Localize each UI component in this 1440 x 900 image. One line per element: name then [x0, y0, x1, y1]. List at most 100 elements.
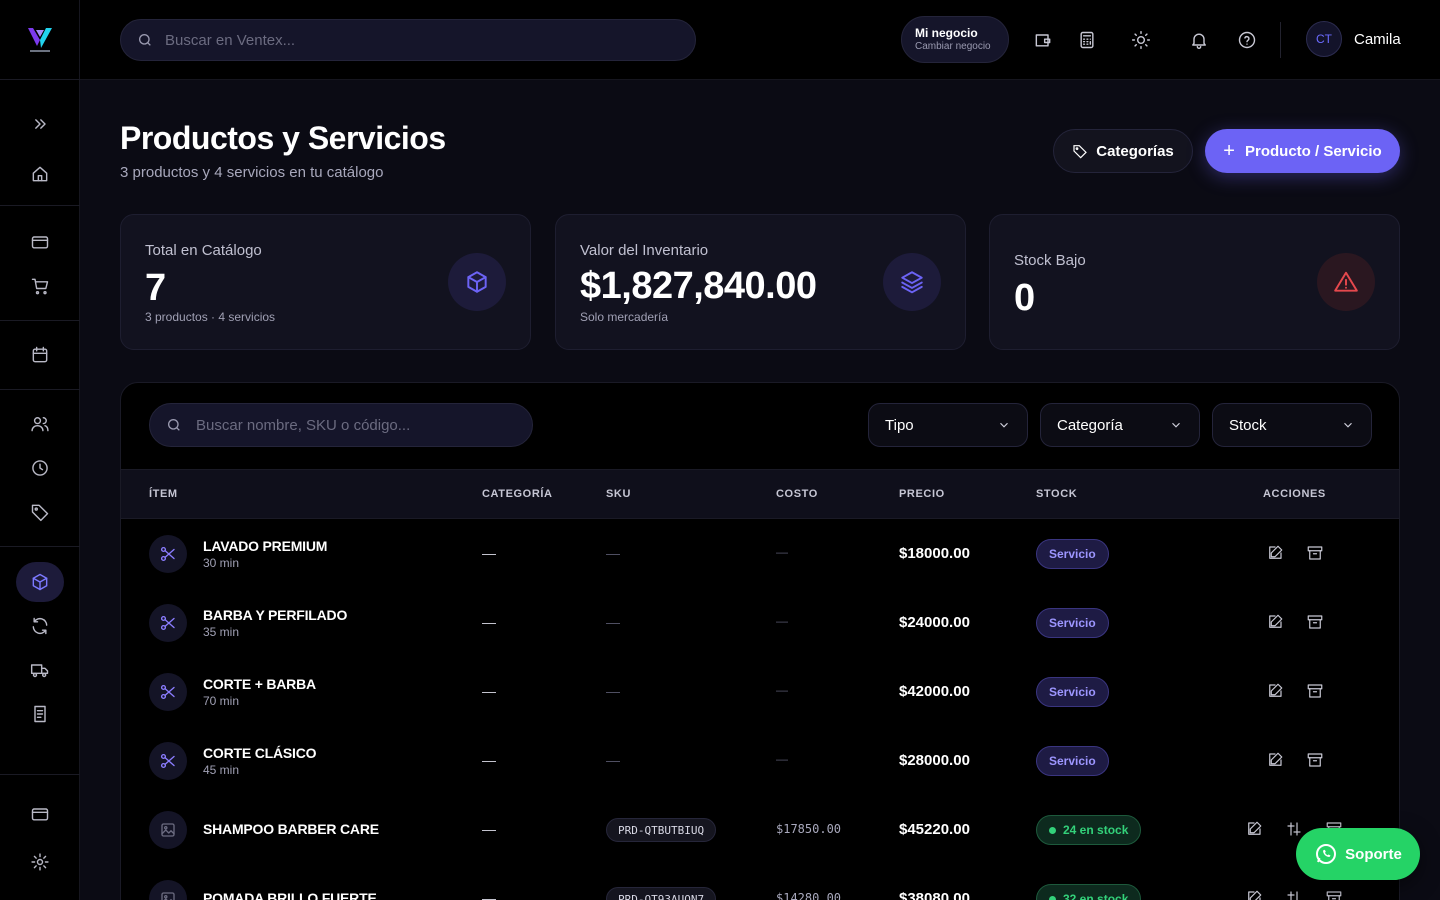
column-header-stock[interactable]: STOCK: [1036, 488, 1077, 500]
item-cost: —: [776, 683, 788, 697]
table-row[interactable]: CORTE CLÁSICO 45 min — — — $28000.00 Ser…: [121, 726, 1399, 795]
edit-icon[interactable]: [1266, 544, 1284, 562]
adjust-stock-icon[interactable]: [1285, 820, 1303, 838]
support-label: Soporte: [1345, 845, 1402, 863]
products-cube-icon[interactable]: [16, 562, 64, 602]
cart-icon[interactable]: [16, 266, 64, 306]
item-cost: —: [776, 752, 788, 766]
chevron-down-icon: [1344, 422, 1352, 428]
scissors-icon: [149, 604, 187, 642]
column-header-sku[interactable]: SKU: [606, 488, 631, 500]
whatsapp-icon: [1316, 844, 1337, 864]
truck-icon[interactable]: [16, 650, 64, 690]
column-header-price[interactable]: PRECIO: [899, 488, 945, 500]
table-row[interactable]: BARBA Y PERFILADO 35 min — — — $24000.00…: [121, 588, 1399, 657]
support-whatsapp-button[interactable]: Soporte: [1296, 828, 1420, 880]
item-category: —: [482, 890, 496, 900]
item-sku: —: [606, 683, 620, 699]
stat-card-total: Total en Catálogo 7 3 productos · 4 serv…: [120, 214, 531, 350]
stock-badge: 24 en stock: [1036, 815, 1142, 845]
archive-icon[interactable]: [1306, 613, 1324, 631]
wallet-icon[interactable]: [1031, 28, 1055, 52]
theme-sun-icon[interactable]: [1129, 28, 1153, 52]
document-icon[interactable]: [16, 694, 64, 734]
stat-value: $1,827,840.00: [580, 265, 817, 307]
expand-sidebar-icon[interactable]: [16, 104, 64, 144]
table-row[interactable]: SHAMPOO BARBER CARE — PRD-QTBUTBIUQ $178…: [121, 795, 1399, 864]
archive-icon[interactable]: [1306, 751, 1324, 769]
add-button-label: Producto / Servicio: [1244, 142, 1382, 160]
edit-icon[interactable]: [1266, 613, 1284, 631]
table-row[interactable]: CORTE + BARBA 70 min — — — $42000.00 Ser…: [121, 657, 1399, 726]
business-switcher[interactable]: Mi negocio Cambiar negocio: [901, 16, 1009, 63]
avatar[interactable]: CT: [1306, 21, 1342, 57]
sidebar-divider: [0, 79, 80, 80]
sidebar-divider: [0, 546, 80, 547]
item-duration: 45 min: [203, 763, 240, 777]
app-logo[interactable]: [24, 22, 56, 54]
archive-icon[interactable]: [1325, 889, 1343, 900]
stat-note: 3 productos · 4 servicios: [145, 310, 276, 324]
calendar-icon[interactable]: [16, 335, 64, 375]
page-subtitle: 3 productos y 4 servicios en tu catálogo: [120, 164, 384, 181]
settings-gear-icon[interactable]: [16, 842, 64, 882]
edit-icon[interactable]: [1266, 682, 1284, 700]
stat-value: 0: [1014, 277, 1036, 319]
stat-card-low-stock: Stock Bajo 0: [989, 214, 1400, 350]
item-price: $38080.00: [899, 890, 970, 900]
refresh-icon[interactable]: [16, 606, 64, 646]
item-sku: —: [606, 752, 620, 768]
item-name: POMADA BRILLO FUERTE: [203, 890, 377, 900]
billing-card-icon[interactable]: [16, 794, 64, 834]
global-search-input[interactable]: [165, 31, 665, 49]
add-product-service-button[interactable]: + Producto / Servicio: [1205, 129, 1400, 173]
warning-icon: [1317, 253, 1375, 311]
tag-icon[interactable]: [16, 492, 64, 532]
image-placeholder-icon: [149, 880, 187, 900]
users-icon[interactable]: [16, 404, 64, 444]
plus-icon: +: [1223, 139, 1235, 162]
user-name[interactable]: Camila: [1354, 31, 1401, 48]
item-cost: —: [776, 545, 788, 559]
column-header-category[interactable]: CATEGORÍA: [482, 488, 553, 500]
archive-icon[interactable]: [1306, 544, 1324, 562]
table-search-input[interactable]: [196, 416, 516, 434]
chevron-down-icon: [1172, 422, 1180, 428]
calculator-icon[interactable]: [1075, 28, 1099, 52]
item-price: $45220.00: [899, 821, 970, 838]
sidebar-divider: [0, 320, 80, 321]
filter-type-select[interactable]: Tipo: [868, 403, 1028, 447]
card-icon[interactable]: [16, 222, 64, 262]
stat-label: Total en Catálogo: [145, 242, 262, 259]
item-category: —: [482, 683, 496, 699]
cube-icon: [448, 253, 506, 311]
help-icon[interactable]: [1235, 28, 1259, 52]
filter-category-select[interactable]: Categoría: [1040, 403, 1200, 447]
item-cost: $14280.00: [776, 891, 842, 900]
edit-icon[interactable]: [1245, 820, 1263, 838]
column-header-cost[interactable]: COSTO: [776, 488, 818, 500]
filter-stock-select[interactable]: Stock: [1212, 403, 1372, 447]
notification-bell-icon[interactable]: [1187, 28, 1211, 52]
item-sku: —: [606, 614, 620, 630]
item-name: SHAMPOO BARBER CARE: [203, 821, 379, 837]
clock-icon[interactable]: [16, 448, 64, 488]
table-row[interactable]: LAVADO PREMIUM 30 min — — — $18000.00 Se…: [121, 519, 1399, 588]
column-header-item[interactable]: ÍTEM: [149, 488, 178, 500]
table-search[interactable]: [149, 403, 533, 447]
categories-button[interactable]: Categorías: [1053, 129, 1193, 173]
item-name: CORTE + BARBA: [203, 676, 316, 692]
adjust-stock-icon[interactable]: [1285, 889, 1303, 900]
global-search[interactable]: [120, 19, 696, 61]
archive-icon[interactable]: [1306, 682, 1324, 700]
sidebar-divider: [0, 389, 80, 390]
home-icon[interactable]: [16, 154, 64, 194]
item-price: $24000.00: [899, 614, 970, 631]
chevron-down-icon: [1000, 422, 1008, 428]
item-category: —: [482, 752, 496, 768]
edit-icon[interactable]: [1245, 889, 1263, 900]
table-row[interactable]: POMADA BRILLO FUERTE — PRD-QT93AUON7 $14…: [121, 864, 1399, 900]
filter-stock-label: Stock: [1229, 416, 1267, 434]
page-title: Productos y Servicios: [120, 120, 446, 156]
edit-icon[interactable]: [1266, 751, 1284, 769]
